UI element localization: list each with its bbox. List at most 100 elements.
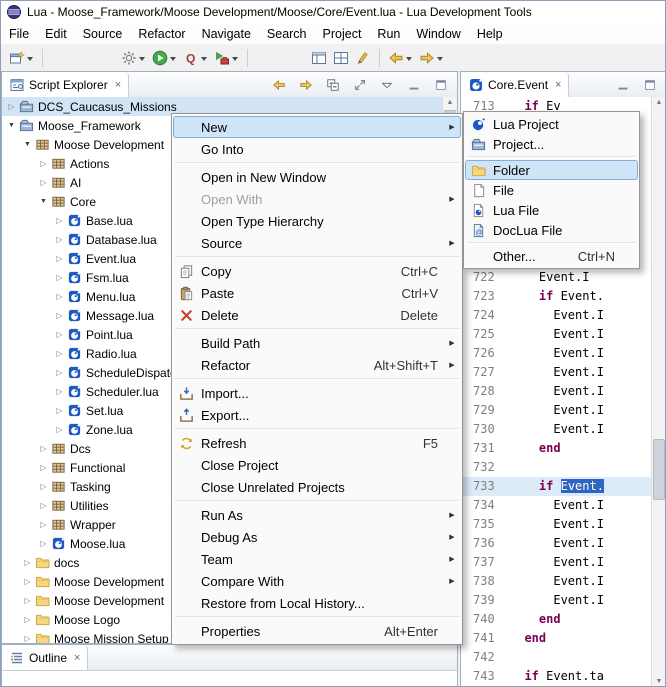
back-nav-button[interactable] <box>386 47 415 69</box>
scrollbar-thumb[interactable] <box>653 439 665 500</box>
menu-run[interactable]: Run <box>369 25 408 43</box>
forward-nav-button[interactable] <box>417 47 446 69</box>
collapsed-arrow-icon[interactable]: ▷ <box>54 349 65 358</box>
dropdown-chevron-icon[interactable] <box>232 57 238 64</box>
code-line[interactable]: 742 <box>461 648 652 667</box>
code-line[interactable]: 736 Event.I <box>461 534 652 553</box>
collapsed-arrow-icon[interactable]: ▷ <box>54 273 65 282</box>
maximize-button[interactable] <box>432 74 450 96</box>
collapsed-arrow-icon[interactable]: ▷ <box>54 311 65 320</box>
maximize-button[interactable] <box>641 74 659 96</box>
code-line[interactable]: 728 Event.I <box>461 382 652 401</box>
collapsed-arrow-icon[interactable]: ▷ <box>54 254 65 263</box>
menu-item-lua-project[interactable]: Lua Project <box>465 114 638 134</box>
external-tools-button[interactable] <box>212 47 241 69</box>
menu-search[interactable]: Search <box>259 25 315 43</box>
menu-item-other[interactable]: Other...Ctrl+N <box>465 246 638 266</box>
menu-item-properties[interactable]: PropertiesAlt+Enter <box>173 620 461 642</box>
menu-item-export[interactable]: Export... <box>173 404 461 426</box>
dropdown-chevron-icon[interactable] <box>27 57 33 64</box>
run-button[interactable] <box>150 47 179 69</box>
forward-nav-button[interactable] <box>297 74 315 96</box>
code-line[interactable]: 725 Event.I <box>461 325 652 344</box>
collapsed-arrow-icon[interactable]: ▷ <box>38 159 49 168</box>
close-icon[interactable]: × <box>115 79 121 91</box>
menu-project[interactable]: Project <box>315 25 370 43</box>
collapsed-arrow-icon[interactable]: ▷ <box>38 178 49 187</box>
menu-item-project[interactable]: Project... <box>465 134 638 154</box>
dropdown-chevron-icon[interactable] <box>170 57 176 64</box>
menu-item-run-as[interactable]: Run As▶ <box>173 504 461 526</box>
menu-item-new[interactable]: New▶ <box>173 116 461 138</box>
run-config-button[interactable] <box>119 47 148 69</box>
menu-item-source[interactable]: Source▶ <box>173 232 461 254</box>
menu-navigate[interactable]: Navigate <box>194 25 259 43</box>
collapsed-arrow-icon[interactable]: ▷ <box>54 406 65 415</box>
menu-item-compare-with[interactable]: Compare With▶ <box>173 570 461 592</box>
menu-item-close-project[interactable]: Close Project <box>173 454 461 476</box>
perspective-button[interactable] <box>309 47 329 69</box>
editor-scrollbar[interactable]: ▲ ▼ <box>651 97 666 687</box>
menu-item-restore-from-local-history[interactable]: Restore from Local History... <box>173 592 461 614</box>
collapsed-arrow-icon[interactable]: ▷ <box>6 102 17 111</box>
code-line[interactable]: 732 <box>461 458 652 477</box>
collapsed-arrow-icon[interactable]: ▷ <box>38 539 49 548</box>
dropdown-chevron-icon[interactable] <box>406 57 412 64</box>
code-line[interactable]: 740 end <box>461 610 652 629</box>
code-line[interactable]: 734 Event.I <box>461 496 652 515</box>
editor-layout-button[interactable] <box>331 47 351 69</box>
collapsed-arrow-icon[interactable]: ▷ <box>22 634 33 643</box>
code-line[interactable]: 729 Event.I <box>461 401 652 420</box>
close-icon[interactable]: × <box>555 79 561 91</box>
expanded-arrow-icon[interactable]: ▼ <box>22 141 33 148</box>
menu-item-paste[interactable]: PasteCtrl+V <box>173 282 461 304</box>
menu-item-file[interactable]: File <box>465 180 638 200</box>
menu-help[interactable]: Help <box>469 25 511 43</box>
menu-item-close-unrelated-projects[interactable]: Close Unrelated Projects <box>173 476 461 498</box>
code-line[interactable]: 737 Event.I <box>461 553 652 572</box>
menu-item-team[interactable]: Team▶ <box>173 548 461 570</box>
code-line[interactable]: 738 Event.I <box>461 572 652 591</box>
minimize-button[interactable] <box>405 74 423 96</box>
new-wizard-button[interactable] <box>7 47 36 69</box>
code-line[interactable]: 739 Event.I <box>461 591 652 610</box>
menu-item-debug-as[interactable]: Debug As▶ <box>173 526 461 548</box>
menu-item-open-type-hierarchy[interactable]: Open Type Hierarchy <box>173 210 461 232</box>
code-line[interactable]: 735 Event.I <box>461 515 652 534</box>
tab-script-explorer[interactable]: Script Explorer × <box>2 73 129 97</box>
collapse-all-button[interactable] <box>324 74 342 96</box>
menu-item-import[interactable]: Import... <box>173 382 461 404</box>
collapsed-arrow-icon[interactable]: ▷ <box>54 368 65 377</box>
collapsed-arrow-icon[interactable]: ▷ <box>22 558 33 567</box>
menu-item-doclua-file[interactable]: @DocLua File <box>465 220 638 240</box>
menu-item-refactor[interactable]: RefactorAlt+Shift+T▶ <box>173 354 461 376</box>
dropdown-chevron-icon[interactable] <box>201 57 207 64</box>
collapsed-arrow-icon[interactable]: ▷ <box>22 615 33 624</box>
expanded-arrow-icon[interactable]: ▼ <box>6 122 17 129</box>
tab-core-event[interactable]: Core.Event × <box>461 73 569 97</box>
coverage-button[interactable]: Q <box>181 47 210 69</box>
menu-item-lua-file[interactable]: Lua File <box>465 200 638 220</box>
mark-occurrences-button[interactable] <box>353 47 373 69</box>
scroll-up-icon[interactable]: ▲ <box>443 99 457 106</box>
menu-item-copy[interactable]: CopyCtrl+C <box>173 260 461 282</box>
tab-outline[interactable]: Outline × <box>2 646 88 670</box>
close-icon[interactable]: × <box>74 652 80 664</box>
menu-item-delete[interactable]: DeleteDelete <box>173 304 461 326</box>
collapsed-arrow-icon[interactable]: ▷ <box>38 520 49 529</box>
code-line[interactable]: 722 Event.I <box>461 268 652 287</box>
collapsed-arrow-icon[interactable]: ▷ <box>22 596 33 605</box>
expanded-arrow-icon[interactable]: ▼ <box>38 198 49 205</box>
dropdown-chevron-icon[interactable] <box>437 57 443 64</box>
menu-item-open-in-new-window[interactable]: Open in New Window <box>173 166 461 188</box>
collapsed-arrow-icon[interactable]: ▷ <box>54 330 65 339</box>
code-line[interactable]: 733 if Event. <box>461 477 652 496</box>
menu-item-build-path[interactable]: Build Path▶ <box>173 332 461 354</box>
code-line[interactable]: 726 Event.I <box>461 344 652 363</box>
collapsed-arrow-icon[interactable]: ▷ <box>38 463 49 472</box>
menu-item-folder[interactable]: Folder <box>465 160 638 180</box>
collapsed-arrow-icon[interactable]: ▷ <box>38 482 49 491</box>
collapsed-arrow-icon[interactable]: ▷ <box>54 235 65 244</box>
code-line[interactable]: 741 end <box>461 629 652 648</box>
code-line[interactable]: 731 end <box>461 439 652 458</box>
